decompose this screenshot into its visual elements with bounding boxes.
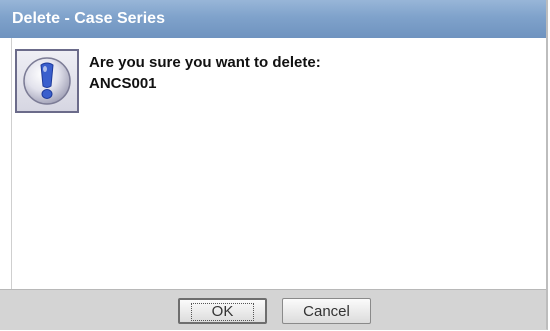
exclamation-info-icon — [15, 49, 79, 113]
item-name: ANCS001 — [89, 75, 157, 92]
dialog-title: Delete - Case Series — [12, 10, 165, 27]
dialog-button-bar: OK Cancel — [0, 289, 546, 330]
delete-dialog: Delete - Case Series Are you sure you wa… — [0, 0, 548, 330]
confirm-question: Are you sure you want to delete: — [89, 54, 321, 71]
dialog-titlebar[interactable]: Delete - Case Series — [0, 0, 546, 38]
dialog-content: Are you sure you want to delete: ANCS001 — [11, 38, 545, 289]
ok-button-label: OK — [190, 302, 255, 321]
cancel-button[interactable]: Cancel — [282, 298, 371, 324]
ok-button[interactable]: OK — [178, 298, 267, 324]
